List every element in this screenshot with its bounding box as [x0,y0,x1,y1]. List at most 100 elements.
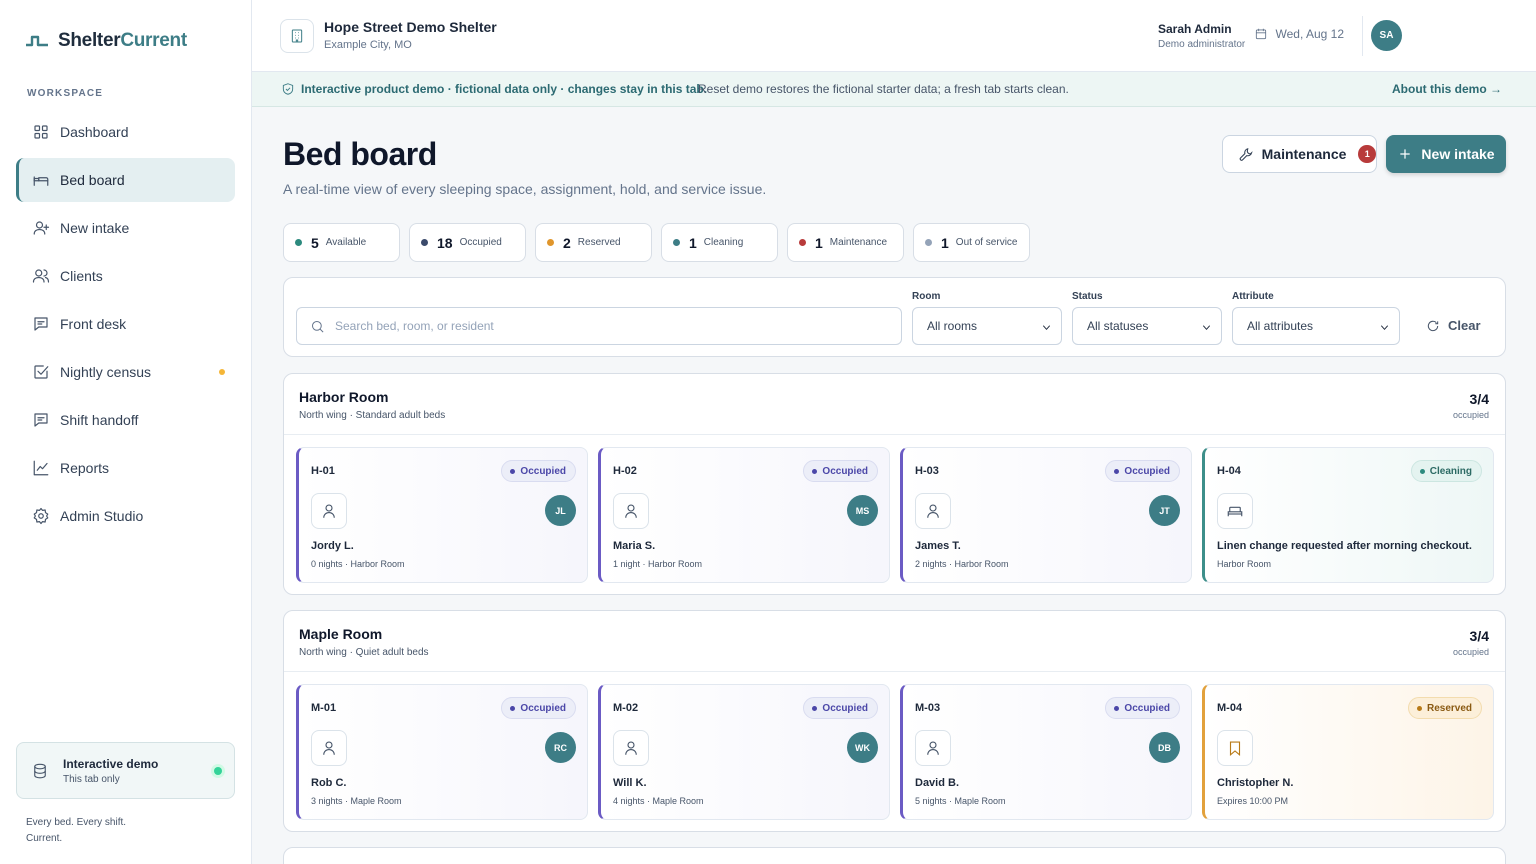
stat-occupied[interactable]: 18 Occupied [409,223,526,262]
header-divider [1362,16,1363,56]
stat-cleaning[interactable]: 1 Cleaning [661,223,778,262]
resident-name: Maria S. [613,540,656,552]
bed-card-m-04[interactable]: M-04 Reserved Christopher N. Expires 10:… [1202,684,1494,820]
resident-name: James T. [915,540,961,552]
search-box [296,307,902,345]
status-dot [547,239,554,246]
building-icon[interactable] [280,19,314,53]
room-name: Maple Room [299,626,383,642]
calendar-icon [1255,28,1266,40]
person-icon [613,493,649,529]
room-select[interactable]: All rooms [912,307,1062,345]
maintenance-button[interactable]: Maintenance 1 [1222,135,1377,173]
demo-banner: Interactive product demo · fictional dat… [252,72,1536,107]
sidebar-item-admin-studio[interactable]: Admin Studio [16,494,235,538]
demo-card-subtitle: This tab only [63,773,120,785]
bed-card-m-02[interactable]: M-02 Occupied WK Will K. 4 nights · Mapl… [598,684,890,820]
brand-logo[interactable]: ShelterCurrent [24,30,187,52]
sidebar-item-nightly-census[interactable]: Nightly census [16,350,235,394]
bed-card-m-03[interactable]: M-03 Occupied DB David B. 5 nights · Map… [900,684,1192,820]
sidebar-item-bed-board[interactable]: Bed board [16,158,235,202]
sidebar-item-label: Front desk [60,316,127,332]
page-subtitle: A real-time view of every sleeping space… [283,181,767,197]
user-avatar[interactable]: SA [1371,20,1402,51]
resident-avatar: WK [847,732,878,763]
dashboard-icon [34,125,48,139]
page-title: Bed board [283,136,437,172]
interactive-demo-card[interactable]: Interactive demo This tab only [16,742,235,799]
new-intake-button[interactable]: New intake [1386,135,1506,173]
room-header[interactable]: Harbor Room North wing · Standard adult … [284,374,1505,435]
status-badge: Occupied [803,460,878,482]
message-icon [34,317,48,331]
sidebar-item-reports[interactable]: Reports [16,446,235,490]
room-description: North wing · Standard adult beds [299,410,446,421]
filter-bar: Room All rooms Status All statuses Attri… [283,277,1506,357]
workspace-label: WORKSPACE [27,88,104,99]
bed-card-h-02[interactable]: H-02 Occupied MS Maria S. 1 night · Harb… [598,447,890,583]
bed-card-h-04[interactable]: H-04 Cleaning Linen change requested aft… [1202,447,1494,583]
status-summary: 5 Available 18 Occupied 2 Reserved 1 Cle… [283,223,1030,262]
attribute-select[interactable]: All attributes [1232,307,1400,345]
user-role: Demo administrator [1158,39,1246,50]
about-demo-link[interactable]: About this demo → [1392,82,1502,96]
room-header[interactable]: Maple Room North wing · Quiet adult beds… [284,611,1505,672]
room-section-next [283,847,1506,864]
sidebar-item-dashboard[interactable]: Dashboard [16,110,235,154]
attribute-filter-label: Attribute [1232,291,1274,302]
sidebar-item-new-intake[interactable]: New intake [16,206,235,250]
banner-text: Reset demo restores the fictional starte… [698,82,1069,96]
resident-name: David B. [915,777,960,789]
gear-icon [33,507,49,525]
bed-id: H-03 [915,465,939,477]
room-section-maple: Maple Room North wing · Quiet adult beds… [283,610,1506,832]
person-icon [311,493,347,529]
person-icon [915,493,951,529]
bed-icon [1217,493,1253,529]
stat-available[interactable]: 5 Available [283,223,400,262]
status-dot [295,239,302,246]
status-badge: Occupied [1105,460,1180,482]
status-select[interactable]: All statuses [1072,307,1222,345]
clear-filters-button[interactable]: Clear [1426,318,1481,333]
status-badge: Reserved [1407,697,1482,719]
bed-id: H-04 [1217,465,1241,477]
search-icon [312,320,324,332]
resident-avatar: MS [847,495,878,526]
person-icon [915,730,951,766]
sidebar-item-label: Reports [60,460,110,476]
bed-meta: 3 nights · Maple Room [311,796,402,806]
brand-name: ShelterCurrent [58,30,187,51]
stat-maintenance[interactable]: 1 Maintenance [787,223,904,262]
sidebar-item-clients[interactable]: Clients [16,254,235,298]
bed-meta: 0 nights · Harbor Room [311,559,405,569]
bed-card-h-03[interactable]: H-03 Occupied JT James T. 2 nights · Har… [900,447,1192,583]
resident-avatar: JL [545,495,576,526]
sidebar-item-label: Shift handoff [60,412,139,428]
user-name[interactable]: Sarah Admin [1158,22,1232,36]
status-dot [421,239,428,246]
stat-reserved[interactable]: 2 Reserved [535,223,652,262]
search-input[interactable] [335,319,875,333]
org-location: Example City, MO [324,39,412,51]
bed-meta: Harbor Room [1217,559,1272,569]
resident-name: Will K. [613,777,647,789]
room-description: North wing · Quiet adult beds [299,647,429,658]
sidebar-item-shift-handoff[interactable]: Shift handoff [16,398,235,442]
maintenance-count-badge: 1 [1358,145,1376,163]
stat-out-of-service[interactable]: 1 Out of service [913,223,1030,262]
status-badge: Occupied [803,697,878,719]
sidebar-item-label: Clients [60,268,103,284]
bed-card-m-01[interactable]: M-01 Occupied RC Rob C. 3 nights · Maple… [296,684,588,820]
bed-id: M-03 [915,702,941,714]
status-badge: Cleaning [1410,460,1482,482]
chart-line-icon [33,460,49,476]
sidebar-item-label: Bed board [60,172,125,188]
sidebar-item-front-desk[interactable]: Front desk [16,302,235,346]
resident-avatar: JT [1149,495,1180,526]
bed-meta: 2 nights · Harbor Room [915,559,1009,569]
demo-status-dot [214,767,222,775]
room-section-harbor: Harbor Room North wing · Standard adult … [283,373,1506,595]
bed-card-h-01[interactable]: H-01 Occupied JL Jordy L. 0 nights · Har… [296,447,588,583]
room-occupancy: 3/4 [1469,628,1489,644]
